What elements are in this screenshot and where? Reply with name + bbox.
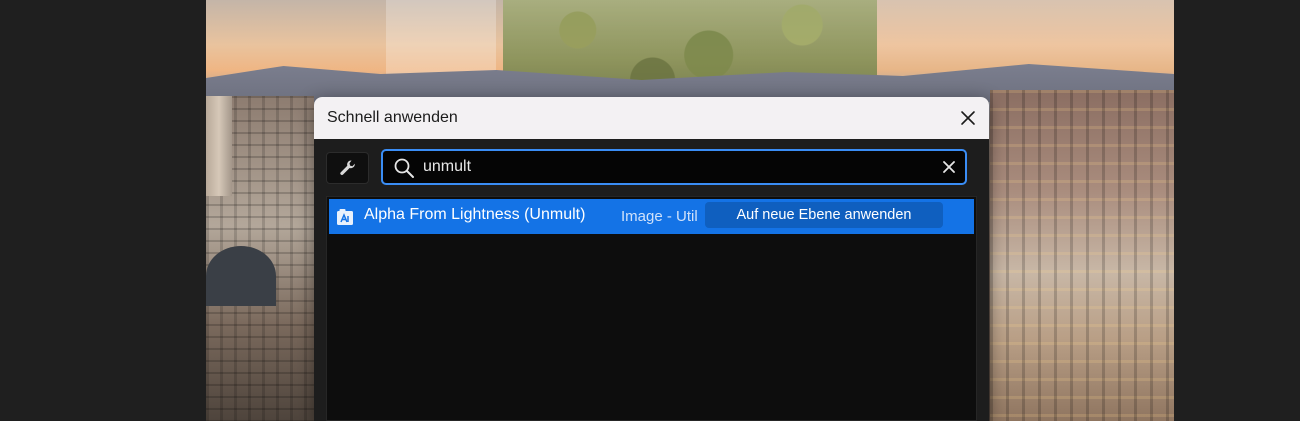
search-field[interactable] bbox=[381, 149, 967, 185]
dialog-body: Alpha From Lightness (Unmult) Image - Ut… bbox=[314, 139, 989, 421]
city-image-left bbox=[206, 96, 314, 421]
tower bbox=[206, 96, 232, 196]
apply-to-new-layer-button[interactable]: Auf neue Ebene anwenden bbox=[705, 202, 943, 228]
search-input[interactable] bbox=[423, 156, 923, 178]
clear-search-button[interactable] bbox=[940, 158, 958, 176]
quick-apply-dialog: Schnell anwenden unmult Alpha From Light… bbox=[314, 97, 989, 421]
wrench-icon bbox=[339, 160, 355, 175]
clear-icon bbox=[943, 161, 955, 173]
city-image-right bbox=[990, 90, 1174, 421]
close-icon bbox=[961, 111, 975, 125]
result-name: Alpha From Lightness (Unmult) bbox=[364, 206, 586, 223]
dome bbox=[206, 246, 276, 306]
settings-tool-button[interactable] bbox=[326, 152, 369, 184]
dialog-title-bar: Schnell anwenden bbox=[314, 97, 989, 139]
result-category: Image - Util bbox=[621, 208, 698, 225]
dialog-title: Schnell anwenden bbox=[327, 109, 458, 126]
effect-preset-icon bbox=[337, 209, 353, 225]
search-icon bbox=[394, 158, 414, 178]
right-panel-edge bbox=[1174, 0, 1300, 421]
results-list: Alpha From Lightness (Unmult) Image - Ut… bbox=[326, 196, 977, 421]
close-button[interactable] bbox=[955, 105, 981, 131]
result-item[interactable]: Alpha From Lightness (Unmult) Image - Ut… bbox=[329, 199, 974, 234]
